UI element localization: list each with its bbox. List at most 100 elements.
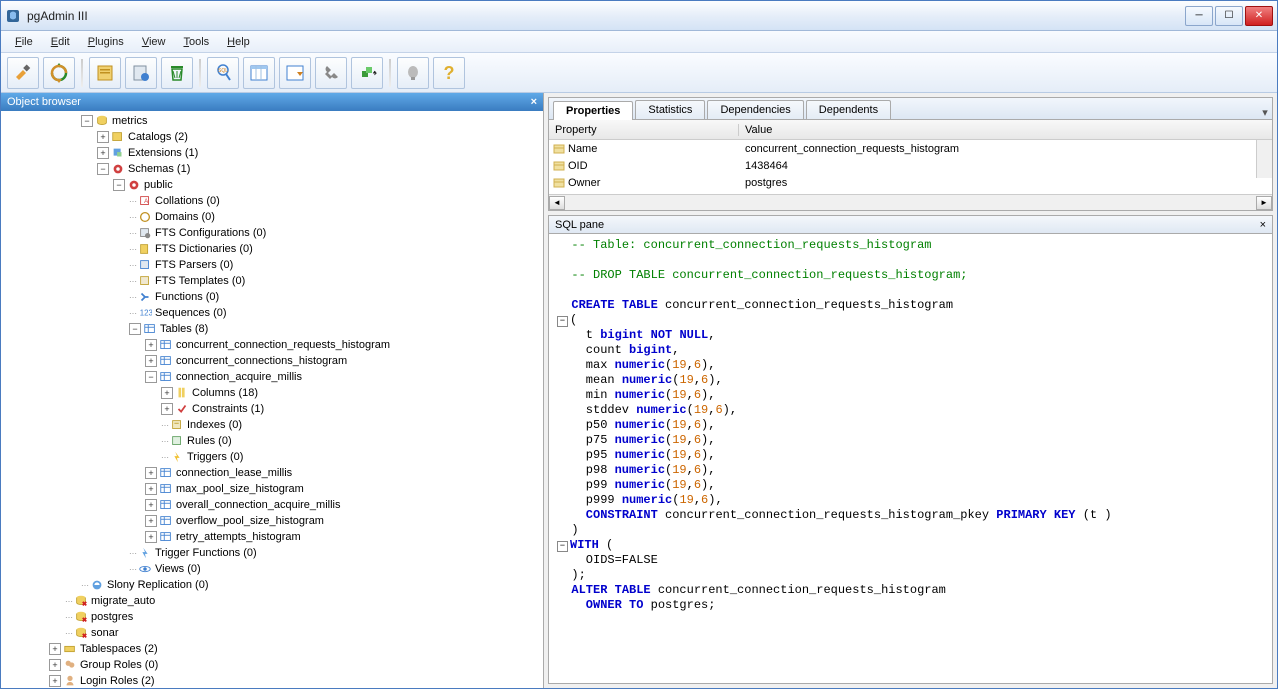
tree-node[interactable]: + Group Roles (0) <box>1 657 543 673</box>
filter-data-button[interactable] <box>279 57 311 89</box>
titlebar[interactable]: pgAdmin III ─ ☐ ✕ <box>1 1 1277 31</box>
expander-icon[interactable]: + <box>145 515 157 527</box>
tree-node[interactable]: ⋯FTS Parsers (0) <box>1 257 543 273</box>
refresh-button[interactable] <box>43 57 75 89</box>
tree-node[interactable]: −Tables (8) <box>1 321 543 337</box>
app-window: pgAdmin III ─ ☐ ✕ FileEditPluginsViewToo… <box>0 0 1278 689</box>
view-data-button[interactable] <box>243 57 275 89</box>
expander-icon[interactable]: − <box>129 323 141 335</box>
menu-help[interactable]: Help <box>219 33 258 51</box>
expander-icon[interactable]: + <box>145 467 157 479</box>
tree-node[interactable]: +Extensions (1) <box>1 145 543 161</box>
tab-dependencies[interactable]: Dependencies <box>707 100 803 119</box>
sql-body[interactable]: -- Table: concurrent_connection_requests… <box>549 234 1272 683</box>
create-button[interactable] <box>125 57 157 89</box>
drop-button[interactable] <box>161 57 193 89</box>
scrollbar-v[interactable] <box>1256 140 1272 178</box>
tree-node[interactable]: ⋯sonar <box>1 625 543 641</box>
tree-node[interactable]: ⋯Rules (0) <box>1 433 543 449</box>
tree-node[interactable]: ⋯Functions (0) <box>1 289 543 305</box>
tree-label: Schemas (1) <box>128 163 190 175</box>
tree-node[interactable]: ⋯ACollations (0) <box>1 193 543 209</box>
help-button[interactable]: ? <box>433 57 465 89</box>
tab-statistics[interactable]: Statistics <box>635 100 705 119</box>
menu-view[interactable]: View <box>134 33 174 51</box>
menu-file[interactable]: File <box>7 33 41 51</box>
expander-icon[interactable]: + <box>49 675 61 687</box>
expander-icon[interactable]: + <box>145 499 157 511</box>
tree-node[interactable]: +concurrent_connections_histogram <box>1 353 543 369</box>
expander-icon[interactable]: + <box>97 147 109 159</box>
tree-node[interactable]: +Login Roles (2) <box>1 673 543 688</box>
tree-node[interactable]: +Catalogs (2) <box>1 129 543 145</box>
expander-icon[interactable]: + <box>161 387 173 399</box>
tree-node[interactable]: ⋯Views (0) <box>1 561 543 577</box>
expander-icon[interactable]: − <box>81 115 93 127</box>
tree-node[interactable]: ⋯Triggers (0) <box>1 449 543 465</box>
tree-node[interactable]: +retry_attempts_histogram <box>1 529 543 545</box>
expander-icon[interactable]: + <box>161 403 173 415</box>
tree-node[interactable]: ⋯Slony Replication (0) <box>1 577 543 593</box>
sql-button[interactable]: SQL <box>207 57 239 89</box>
object-tree[interactable]: −metrics+Catalogs (2)+Extensions (1)−Sch… <box>1 111 543 688</box>
menu-edit[interactable]: Edit <box>43 33 78 51</box>
tree-node[interactable]: +Tablespaces (2) <box>1 641 543 657</box>
hint-button[interactable] <box>397 57 429 89</box>
execute-button[interactable] <box>351 57 383 89</box>
close-panel-button[interactable]: × <box>531 96 537 108</box>
close-button[interactable]: ✕ <box>1245 6 1273 26</box>
tree-node[interactable]: +overflow_pool_size_histogram <box>1 513 543 529</box>
scrollbar-h[interactable]: ◄ ► <box>549 194 1272 210</box>
tree-label: Triggers (0) <box>187 451 243 463</box>
tree-node[interactable]: −connection_acquire_millis <box>1 369 543 385</box>
scroll-right-icon[interactable]: ► <box>1256 196 1272 210</box>
expander-icon[interactable]: + <box>145 355 157 367</box>
tree-node[interactable]: ⋯Domains (0) <box>1 209 543 225</box>
scroll-left-icon[interactable]: ◄ <box>549 196 565 210</box>
close-sql-button[interactable]: × <box>1260 219 1266 231</box>
property-row[interactable]: Nameconcurrent_connection_requests_histo… <box>549 140 1272 157</box>
tree-label: Group Roles (0) <box>80 659 158 671</box>
property-row[interactable]: OID1438464 <box>549 157 1272 174</box>
maintenance-button[interactable] <box>315 57 347 89</box>
tab-dependents[interactable]: Dependents <box>806 100 891 119</box>
tree-node[interactable]: ⋯postgres <box>1 609 543 625</box>
tree-node[interactable]: +Columns (18) <box>1 385 543 401</box>
tree-node[interactable]: ⋯FTS Configurations (0) <box>1 225 543 241</box>
expander-icon[interactable]: − <box>113 179 125 191</box>
tab-properties[interactable]: Properties <box>553 101 633 120</box>
maximize-button[interactable]: ☐ <box>1215 6 1243 26</box>
tree-node[interactable]: − Schemas (1) <box>1 161 543 177</box>
expander-icon[interactable]: + <box>49 643 61 655</box>
property-row[interactable]: Ownerpostgres <box>549 174 1272 191</box>
tree-node[interactable]: +Constraints (1) <box>1 401 543 417</box>
tree-node[interactable]: ⋯123Sequences (0) <box>1 305 543 321</box>
tree-node[interactable]: ⋯migrate_auto <box>1 593 543 609</box>
tree-node[interactable]: ⋯FTS Dictionaries (0) <box>1 241 543 257</box>
expander-icon[interactable]: + <box>145 483 157 495</box>
tree-node[interactable]: +max_pool_size_histogram <box>1 481 543 497</box>
tree-node[interactable]: −metrics <box>1 113 543 129</box>
connect-button[interactable] <box>7 57 39 89</box>
expander-icon[interactable]: + <box>49 659 61 671</box>
expander-icon[interactable]: + <box>97 131 109 143</box>
svg-text:?: ? <box>444 63 455 83</box>
expander-icon[interactable]: − <box>97 163 109 175</box>
minimize-button[interactable]: ─ <box>1185 6 1213 26</box>
tab-dropdown-icon[interactable]: ▾ <box>1258 106 1272 119</box>
tree-label: public <box>144 179 173 191</box>
tree-node[interactable]: ⋯Indexes (0) <box>1 417 543 433</box>
expander-icon[interactable]: + <box>145 531 157 543</box>
tree-node[interactable]: ⋯Trigger Functions (0) <box>1 545 543 561</box>
tree-node[interactable]: +concurrent_connection_requests_histogra… <box>1 337 543 353</box>
menu-tools[interactable]: Tools <box>175 33 217 51</box>
tree-node[interactable]: +connection_lease_millis <box>1 465 543 481</box>
menu-plugins[interactable]: Plugins <box>80 33 132 51</box>
tree-node[interactable]: +overall_connection_acquire_millis <box>1 497 543 513</box>
expander-icon[interactable]: − <box>145 371 157 383</box>
properties-button[interactable] <box>89 57 121 89</box>
tree-node[interactable]: ⋯FTS Templates (0) <box>1 273 543 289</box>
tree-node[interactable]: − public <box>1 177 543 193</box>
tree-label: FTS Parsers (0) <box>155 259 233 271</box>
expander-icon[interactable]: + <box>145 339 157 351</box>
